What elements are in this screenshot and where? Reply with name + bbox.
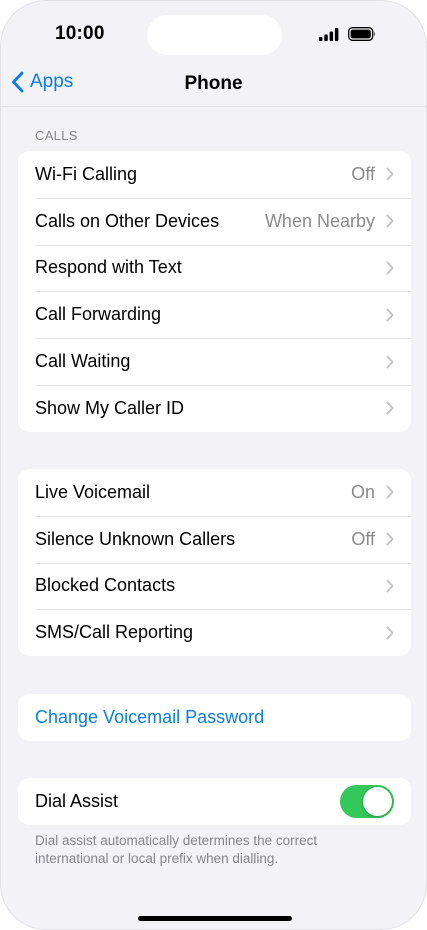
dynamic-island: [147, 15, 282, 55]
change-voicemail-password-button[interactable]: Change Voicemail Password: [18, 694, 411, 741]
phone-screen: 10:00 Apps Phone CALLS Wi-Fi Calling Off…: [0, 0, 427, 930]
chevron-right-icon: [386, 401, 394, 415]
row-respond-with-text[interactable]: Respond with Text: [18, 244, 411, 292]
row-dial-assist: Dial Assist: [18, 778, 411, 825]
row-label: Blocked Contacts: [35, 575, 176, 596]
row-silence-unknown-callers[interactable]: Silence Unknown Callers Off: [18, 515, 411, 563]
status-bar: 10:00: [1, 1, 426, 63]
chevron-right-icon: [386, 214, 394, 228]
row-label: Silence Unknown Callers: [35, 528, 236, 549]
calls-group: Wi-Fi Calling Off Calls on Other Devices…: [18, 151, 411, 432]
row-sms-call-reporting[interactable]: SMS/Call Reporting: [18, 609, 411, 656]
dial-assist-toggle[interactable]: [340, 785, 394, 818]
chevron-right-icon: [386, 167, 394, 181]
row-show-my-caller-id[interactable]: Show My Caller ID: [18, 384, 411, 432]
battery-icon: [348, 27, 376, 41]
row-label: Show My Caller ID: [35, 397, 185, 418]
toggle-knob: [363, 787, 392, 816]
row-value: When Nearby: [264, 210, 375, 231]
row-label: SMS/Call Reporting: [35, 622, 194, 643]
row-call-waiting[interactable]: Call Waiting: [18, 338, 411, 385]
voicemail-group: Live Voicemail On Silence Unknown Caller…: [18, 469, 411, 657]
status-icons: [319, 27, 376, 41]
change-voicemail-password-label: Change Voicemail Password: [35, 706, 265, 727]
page-title: Phone: [184, 73, 243, 94]
chevron-right-icon: [386, 308, 394, 322]
chevron-right-icon: [386, 485, 394, 499]
row-value: On: [350, 481, 375, 502]
row-wifi-calling[interactable]: Wi-Fi Calling Off: [18, 151, 411, 198]
row-label: Call Forwarding: [35, 304, 162, 325]
chevron-right-icon: [386, 579, 394, 593]
status-time: 10:00: [55, 23, 105, 44]
row-call-forwarding[interactable]: Call Forwarding: [18, 291, 411, 338]
navigation-bar: Apps Phone: [1, 63, 426, 107]
chevron-right-icon: [386, 261, 394, 275]
row-value: Off: [351, 163, 375, 184]
row-label: Wi-Fi Calling: [35, 163, 138, 184]
row-calls-on-other-devices[interactable]: Calls on Other Devices When Nearby: [18, 197, 411, 245]
home-indicator[interactable]: [138, 916, 292, 921]
row-blocked-contacts[interactable]: Blocked Contacts: [18, 562, 411, 610]
row-label: Call Waiting: [35, 351, 131, 372]
chevron-right-icon: [386, 532, 394, 546]
row-value: Off: [351, 528, 375, 549]
section-header-calls: CALLS: [35, 128, 78, 143]
chevron-right-icon: [386, 355, 394, 369]
dial-assist-group: Dial Assist: [18, 778, 411, 825]
password-group: Change Voicemail Password: [18, 694, 411, 741]
cellular-signal-icon: [319, 27, 339, 41]
chevron-right-icon: [386, 626, 394, 640]
row-live-voicemail[interactable]: Live Voicemail On: [18, 469, 411, 516]
row-label: Respond with Text: [35, 257, 182, 278]
row-label: Calls on Other Devices: [35, 210, 220, 231]
row-label: Live Voicemail: [35, 481, 151, 502]
dial-assist-footer: Dial assist automatically determines the…: [35, 833, 318, 866]
